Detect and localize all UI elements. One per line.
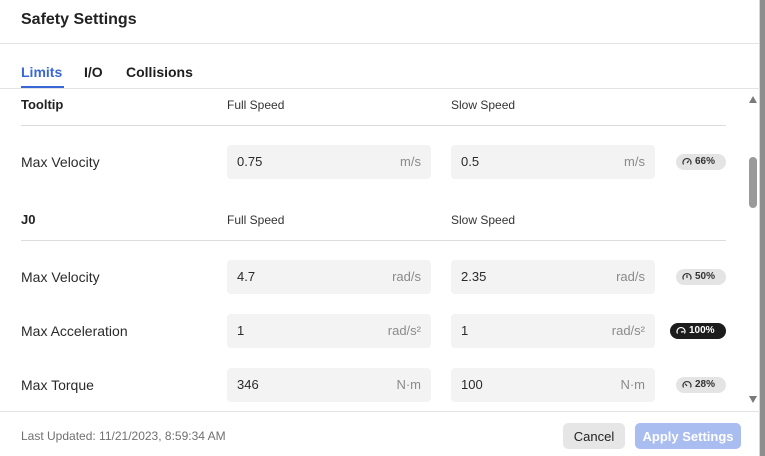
input-value: 0.5 (461, 154, 480, 169)
row-label-j0-max-torque: Max Torque (21, 377, 94, 393)
j0-max-torque-slow-input[interactable]: 100 N·m (451, 368, 655, 402)
input-unit: rad/s² (611, 323, 645, 338)
gauge-icon (682, 157, 692, 165)
ratio-badge: 50% (676, 269, 726, 285)
last-updated-text: Last Updated: 11/21/2023, 8:59:34 AM (21, 429, 226, 443)
input-unit: rad/s² (387, 323, 421, 338)
gauge-icon (676, 326, 686, 334)
column-header-full-speed: Full Speed (227, 213, 285, 227)
section-divider (21, 125, 726, 126)
input-value: 4.7 (237, 269, 256, 284)
input-unit: N·m (396, 377, 421, 392)
input-unit: m/s (400, 154, 421, 169)
input-unit: rad/s (392, 269, 421, 284)
dialog-footer: Last Updated: 11/21/2023, 8:59:34 AM Can… (0, 411, 760, 456)
ratio-badge: 28% (676, 377, 726, 393)
ratio-badge: 66% (676, 154, 726, 170)
scroll-down-arrow-icon[interactable] (749, 396, 757, 403)
input-value: 346 (237, 377, 259, 392)
input-value: 1 (237, 323, 245, 338)
tab-limits[interactable]: Limits (21, 64, 62, 80)
tab-io[interactable]: I/O (84, 64, 103, 80)
column-header-full-speed: Full Speed (227, 98, 285, 112)
scrollbar-thumb[interactable] (749, 157, 757, 208)
section-title-j0: J0 (21, 212, 36, 227)
input-unit: N·m (620, 377, 645, 392)
tab-collisions[interactable]: Collisions (126, 64, 193, 80)
column-header-slow-speed: Slow Speed (451, 98, 516, 112)
j0-max-acceleration-full-input[interactable]: 1 rad/s² (227, 314, 431, 348)
apply-settings-button[interactable]: Apply Settings (635, 423, 741, 449)
row-label-j0-max-acceleration: Max Acceleration (21, 323, 128, 339)
input-unit: m/s (624, 154, 645, 169)
j0-max-torque-full-input[interactable]: 346 N·m (227, 368, 431, 402)
ratio-badge-text: 66% (695, 156, 716, 167)
settings-scroll-area[interactable]: Tooltip Full Speed Slow Speed Max Veloci… (0, 89, 746, 411)
input-unit: rad/s (616, 269, 645, 284)
row-label-tooltip-max-velocity: Max Velocity (21, 154, 100, 170)
input-value: 2.35 (461, 269, 487, 284)
tooltip-max-velocity-slow-input[interactable]: 0.5 m/s (451, 145, 655, 179)
dialog-title: Safety Settings (21, 11, 137, 28)
section-divider (21, 240, 726, 241)
input-value: 1 (461, 323, 469, 338)
scroll-up-arrow-icon[interactable] (749, 96, 757, 103)
ratio-badge: 100% (670, 323, 726, 339)
dialog-header: Safety Settings (0, 0, 759, 44)
vertical-scrollbar[interactable] (746, 89, 760, 411)
gauge-icon (682, 380, 692, 388)
input-value: 100 (461, 377, 483, 392)
cancel-button[interactable]: Cancel (563, 423, 625, 449)
section-title-tooltip: Tooltip (21, 97, 64, 112)
input-value: 0.75 (237, 154, 263, 169)
ratio-badge-text: 100% (689, 325, 715, 336)
tooltip-max-velocity-full-input[interactable]: 0.75 m/s (227, 145, 431, 179)
row-label-j0-max-velocity: Max Velocity (21, 269, 100, 285)
j0-max-acceleration-slow-input[interactable]: 1 rad/s² (451, 314, 655, 348)
safety-settings-dialog: Safety Settings Limits I/O Collisions To… (0, 0, 760, 456)
column-header-slow-speed: Slow Speed (451, 213, 516, 227)
j0-max-velocity-slow-input[interactable]: 2.35 rad/s (451, 260, 655, 294)
ratio-badge-text: 28% (695, 379, 716, 390)
ratio-badge-text: 50% (695, 271, 716, 282)
j0-max-velocity-full-input[interactable]: 4.7 rad/s (227, 260, 431, 294)
gauge-icon (682, 272, 692, 280)
